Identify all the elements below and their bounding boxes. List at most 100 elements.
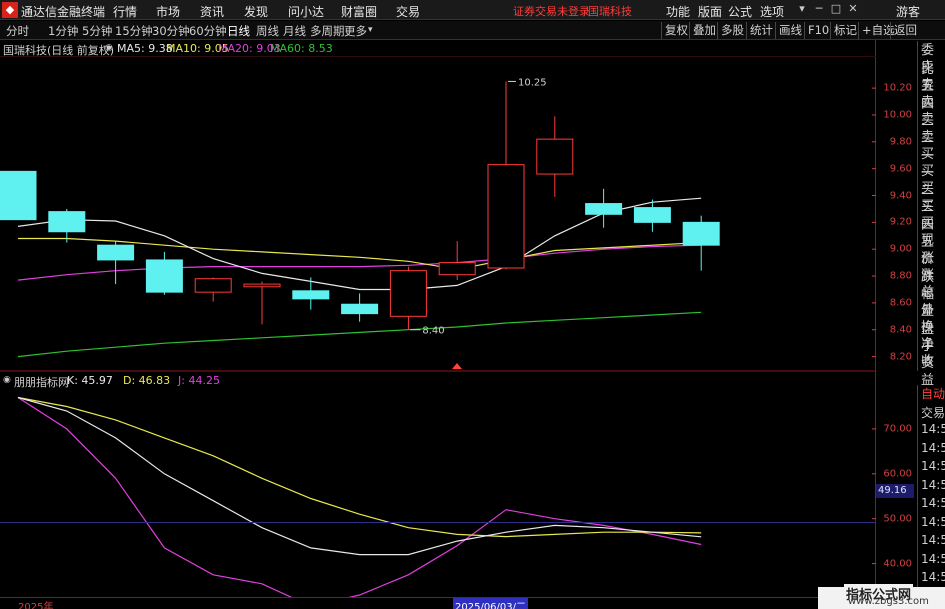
indicator-tick-label: 70.00 <box>883 423 912 435</box>
price-tick-label: 9.40 <box>889 190 912 201</box>
back-button[interactable]: 返回 <box>890 22 920 39</box>
more-chevron-icon[interactable]: ▾ <box>368 25 373 35</box>
date-axis: 2025年 2025/06/03/二 <box>0 597 876 609</box>
watermark: 指标公式网 www.zbgs3.com <box>818 584 945 609</box>
candle-body <box>145 259 183 293</box>
period-60min[interactable]: 60分钟 <box>189 23 227 39</box>
period-toolbar: 分时 1分钟 5分钟 15分钟 30分钟 60分钟 日线 周线 月线 多周期 更… <box>0 21 945 40</box>
menu-layout[interactable]: 版面 <box>698 3 722 20</box>
period-30min[interactable]: 30分钟 <box>152 23 190 39</box>
candle-body <box>292 290 330 300</box>
candle-body <box>243 283 281 288</box>
period-15min[interactable]: 15分钟 <box>115 23 153 39</box>
maximize-icon[interactable]: □ <box>829 2 843 16</box>
tick-time: 14:56 <box>921 459 945 473</box>
tick-time: 14:56 <box>921 551 945 566</box>
price-tick-label: 8.20 <box>889 351 912 363</box>
user-label[interactable]: 游客 <box>896 3 920 20</box>
candle-body <box>194 278 232 293</box>
price-tick-label: 9.20 <box>889 216 912 228</box>
indicator-title: 朋朋指标网 <box>14 376 69 389</box>
minimize-icon[interactable]: ─ <box>812 2 826 16</box>
price-tick-label: 8.80 <box>889 270 912 282</box>
auto-trade-label[interactable]: 交易 <box>921 404 945 421</box>
cursor-date: 2025/06/03/二 <box>453 598 529 609</box>
window-menu-icon[interactable]: ▾ <box>795 2 809 16</box>
auto-trade-label[interactable]: 自动 <box>921 385 945 402</box>
quote-panel: 委比 卖五 卖四 卖三 卖二 卖一 买一 买二 买三 买四 买五 现价 涨跌 涨幅 总量 外盘 换手 净资 收益 <box>917 41 945 388</box>
tick-time: 14:56 <box>921 496 945 510</box>
menu-news[interactable]: 资讯 <box>200 3 224 20</box>
tick-panel: 自动交易14:5614:5614:5614:5614:5614:5614:561… <box>917 385 945 595</box>
kdj-k-label: K: 45.97 <box>67 374 113 387</box>
tick-time: 14:56 <box>921 514 945 529</box>
date-axis-year: 2025年 <box>18 602 54 609</box>
statistics-button[interactable]: 统计 <box>746 22 776 39</box>
close-icon[interactable]: ✕ <box>846 2 860 16</box>
app-logo-icon: ◆ <box>2 2 18 18</box>
event-marker-icon <box>452 363 462 369</box>
kdj-j-label: J: 44.25 <box>178 374 220 387</box>
price-tick-label: 8.60 <box>889 297 912 309</box>
tick-time: 14:56 <box>921 422 945 436</box>
menu-wealth-circle[interactable]: 财富圈 <box>341 3 377 20</box>
low-price-label: 8.40 <box>422 326 444 337</box>
menu-trade[interactable]: 交易 <box>396 3 420 20</box>
watermark-url: www.zbgs3.com <box>848 596 929 607</box>
indicator-cursor-value: 49.16 <box>876 484 914 498</box>
candle-body <box>438 262 476 276</box>
tick-time: 14:56 <box>921 533 945 547</box>
menu-options[interactable]: 选项 <box>760 3 784 20</box>
multi-stock-button[interactable]: 多股 <box>717 22 747 39</box>
indicator-tick-label: 50.00 <box>883 513 912 525</box>
f10-button[interactable]: F10 <box>804 22 832 39</box>
candle-body <box>48 211 86 233</box>
period-intraday[interactable]: 分时 <box>6 23 29 39</box>
kdj-j-line <box>17 396 702 597</box>
menu-bar: ◆ 通达信金融终端 行情 市场 资讯 发现 问小达 财富圈 交易 证券交易未登录… <box>0 0 945 20</box>
tick-time: 14:56 <box>921 570 945 584</box>
app-title: 通达信金融终端 <box>21 5 106 19</box>
price-tick-label: 8.40 <box>889 324 912 336</box>
candle-body <box>389 270 427 317</box>
candle-body <box>97 244 135 261</box>
menu-formula[interactable]: 公式 <box>728 3 752 20</box>
high-price-label: 10.25 <box>518 77 547 88</box>
menu-function[interactable]: 功能 <box>666 3 690 20</box>
menu-market[interactable]: 市场 <box>156 3 180 20</box>
kdj-d-line <box>17 396 702 538</box>
menu-market-quotes[interactable]: 行情 <box>113 3 137 20</box>
period-more[interactable]: 更多 <box>344 23 367 39</box>
overlay-button[interactable]: 叠加 <box>689 22 719 39</box>
kdj-d-label: D: 46.83 <box>123 374 171 387</box>
chart-area[interactable]: 10.25 8.40 <box>0 40 876 597</box>
period-1min[interactable]: 1分钟 <box>48 23 78 39</box>
price-tick-label: 10.00 <box>883 109 912 121</box>
tick-time: 14:56 <box>921 477 945 492</box>
menu-ask[interactable]: 问小达 <box>288 3 324 20</box>
login-warning[interactable]: 证券交易未登录 <box>513 3 590 19</box>
period-monthly[interactable]: 月线 <box>283 23 306 39</box>
period-5min[interactable]: 5分钟 <box>82 23 112 39</box>
indicator-legend: ◉ 朋朋指标网 K: 45.97 D: 46.83 J: 44.25 <box>0 373 876 389</box>
candle-body <box>585 203 623 215</box>
menu-discover[interactable]: 发现 <box>244 3 268 20</box>
candle-body <box>487 164 525 269</box>
draw-line-button[interactable]: 画线 <box>775 22 805 39</box>
indicator-settings-icon[interactable]: ◉ <box>3 375 11 385</box>
price-tick-label: 9.60 <box>889 163 912 175</box>
candle-body <box>0 170 37 221</box>
period-multi[interactable]: 多周期 <box>310 23 345 39</box>
candle-body <box>633 207 671 223</box>
price-tick-label: 9.80 <box>889 136 912 148</box>
candle-body <box>341 303 379 315</box>
price-tick-label: 10.20 <box>883 82 912 94</box>
period-daily[interactable]: 日线 <box>227 23 250 39</box>
period-weekly[interactable]: 周线 <box>256 23 279 39</box>
indicator-tick-label: 40.00 <box>883 558 912 570</box>
indicator-tick-label: 60.00 <box>883 468 912 480</box>
adjust-price-button[interactable]: 复权 <box>661 22 691 39</box>
header-stock-name: 国瑞科技 <box>588 5 632 18</box>
price-tick-label: 9.00 <box>889 243 912 255</box>
mark-button[interactable]: 标记 <box>830 22 860 39</box>
